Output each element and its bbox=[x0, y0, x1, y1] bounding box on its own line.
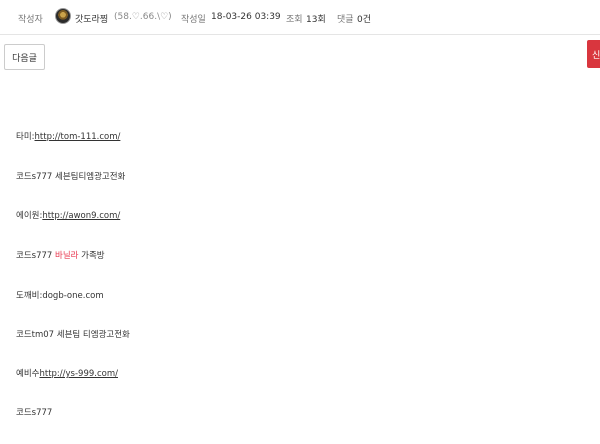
author-avatar[interactable] bbox=[55, 8, 71, 24]
post-line-7: 예비수http://ys-999.com/ bbox=[16, 367, 118, 379]
views-label: 조회 bbox=[286, 15, 303, 25]
author-ip: (58.♡.66.\♡) bbox=[114, 12, 172, 22]
post-text: 타미: bbox=[16, 132, 35, 142]
post-line-8: 코드s777 bbox=[16, 408, 53, 418]
post-link[interactable]: http://awon9.com/ bbox=[42, 211, 120, 221]
post-line-1: 타미:http://tom-111.com/ bbox=[16, 130, 120, 142]
date-label: 작성일 bbox=[181, 15, 206, 25]
post-text: 코드s777 bbox=[16, 251, 55, 261]
post-line-3: 에이원:http://awon9.com/ bbox=[16, 209, 120, 221]
comments-value: 0건 bbox=[357, 15, 372, 25]
next-post-button[interactable]: 다음글 bbox=[4, 44, 45, 70]
write-button[interactable]: 신 bbox=[587, 40, 600, 68]
post-text: 가족방 bbox=[78, 251, 105, 261]
post-highlight-text: 바닐라 bbox=[55, 251, 79, 261]
author-label: 작성자 bbox=[18, 15, 43, 25]
post-link[interactable]: http://ys-999.com/ bbox=[39, 369, 118, 379]
post-meta-bar: 작성자 갓도라찡 (58.♡.66.\♡) 작성일 18-03-26 03:39… bbox=[0, 0, 600, 35]
views-value: 13회 bbox=[306, 15, 326, 25]
post-line-6: 코드tm07 세븐팀 티엠광고전화 bbox=[16, 330, 130, 340]
date-value: 18-03-26 03:39 bbox=[211, 12, 281, 22]
post-line-2: 코드s777 세븐팀티엠광고전화 bbox=[16, 172, 126, 182]
post-link[interactable]: http://tom-111.com/ bbox=[35, 132, 121, 142]
comments-label: 댓글 bbox=[337, 15, 354, 25]
post-line-5: 도깨비:dogb-one.com bbox=[16, 291, 104, 301]
post-text: 에이원: bbox=[16, 211, 43, 221]
author-name[interactable]: 갓도라찡 bbox=[75, 12, 108, 25]
post-text: 예비수 bbox=[16, 369, 40, 379]
post-line-4: 코드s777 바닐라 가족방 bbox=[16, 249, 105, 261]
